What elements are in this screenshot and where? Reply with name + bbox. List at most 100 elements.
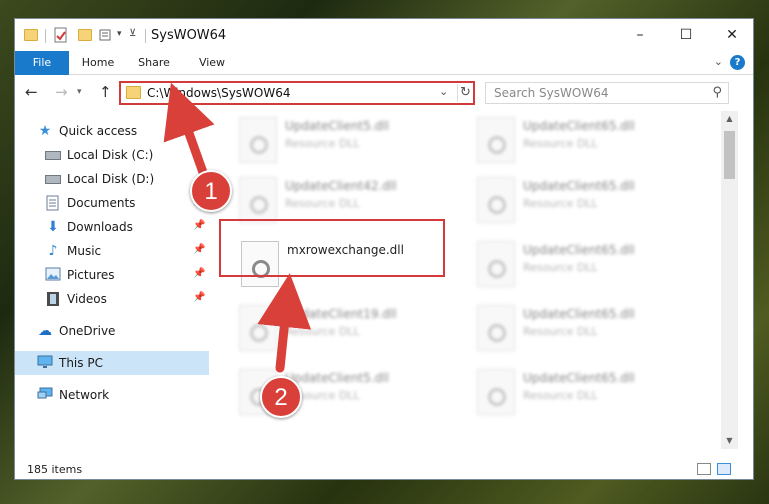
sidebar-item-label: This PC: [59, 356, 103, 370]
sidebar-item-label: Local Disk (C:): [67, 148, 154, 162]
dll-file-icon: [239, 177, 277, 223]
sidebar-item-videos[interactable]: Videos 📌: [15, 287, 209, 311]
file-name: UpdateClient65.dll: [523, 307, 635, 321]
tab-view[interactable]: View: [191, 51, 233, 75]
file-tile[interactable]: UpdateClient65.dll Resource DLL: [475, 175, 711, 231]
search-icon: ⚲: [712, 85, 722, 100]
large-icons-view-icon[interactable]: [717, 463, 731, 475]
step-1-badge: 1: [190, 170, 232, 212]
downloads-icon: ⬇: [47, 219, 59, 235]
disk-icon: [45, 175, 61, 184]
dll-file-icon: [239, 305, 277, 351]
details-view-icon[interactable]: [697, 463, 711, 475]
file-tile[interactable]: UpdateClient65.dll Resource DLL: [475, 239, 711, 295]
highlight-box: [219, 219, 445, 277]
minimize-button[interactable]: –: [617, 19, 663, 51]
navigation-pane: ★ Quick access Local Disk (C:) Local Dis…: [15, 111, 209, 449]
chevron-down-icon[interactable]: ⌄: [439, 85, 448, 98]
sidebar-item-label: Local Disk (D:): [67, 172, 155, 186]
folder-icon: [126, 86, 141, 99]
search-input[interactable]: Search SysWOW64 ⚲: [485, 82, 729, 104]
folder-icon: [23, 27, 39, 43]
documents-icon: [45, 195, 61, 211]
sidebar-item-label: Downloads: [67, 220, 133, 234]
file-type: Resource DLL: [523, 261, 598, 274]
scroll-thumb[interactable]: [724, 131, 735, 179]
pin-icon[interactable]: 📌: [193, 292, 205, 303]
expand-ribbon-icon[interactable]: ⌄: [714, 55, 723, 68]
videos-icon: [45, 291, 61, 307]
sidebar-item-onedrive[interactable]: ☁ OneDrive: [15, 319, 209, 343]
sidebar-item-this-pc[interactable]: This PC: [15, 351, 209, 375]
up-arrow-icon[interactable]: ↑: [99, 83, 112, 101]
sidebar-item-pictures[interactable]: Pictures 📌: [15, 263, 209, 287]
dll-file-icon: [477, 369, 515, 415]
sidebar-item-label: Network: [59, 388, 110, 402]
properties-icon[interactable]: [53, 27, 69, 43]
tab-home[interactable]: Home: [77, 51, 119, 75]
sidebar-item-music[interactable]: ♪ Music 📌: [15, 239, 209, 263]
divider: [45, 29, 46, 43]
sidebar-item-label: Music: [67, 244, 102, 258]
pin-icon[interactable]: 📌: [193, 268, 205, 279]
dll-file-icon: [477, 241, 515, 287]
pin-icon[interactable]: 📌: [193, 244, 205, 255]
file-name: UpdateClient19.dll: [285, 307, 397, 321]
scroll-down-icon[interactable]: ▼: [721, 433, 738, 449]
file-tile[interactable]: UpdateClient65.dll Resource DLL: [475, 303, 711, 359]
navigation-bar: ← → ▾ ↑ C:\Windows\SysWOW64 ⌄ ↻ Search S…: [15, 75, 753, 111]
tab-file[interactable]: File: [15, 51, 69, 75]
refresh-icon[interactable]: ↻: [457, 84, 473, 102]
sidebar-item-local-disk-c[interactable]: Local Disk (C:): [15, 143, 209, 167]
step-2-badge: 2: [260, 376, 302, 418]
dll-file-icon: [477, 117, 515, 163]
help-icon[interactable]: ?: [730, 55, 745, 70]
file-type: Resource DLL: [285, 197, 360, 210]
file-name: UpdateClient65.dll: [523, 243, 635, 257]
file-tile[interactable]: UpdateClient5.dll Resource DLL: [237, 115, 473, 171]
sidebar-item-label: Videos: [67, 292, 107, 306]
recent-locations-icon[interactable]: ▾: [77, 87, 82, 97]
pictures-icon: [45, 267, 61, 283]
file-name: UpdateClient42.dll: [285, 179, 397, 193]
sidebar-item-label: Quick access: [59, 124, 138, 138]
close-button[interactable]: ✕: [709, 19, 753, 51]
pin-icon[interactable]: 📌: [193, 220, 205, 231]
dll-file-icon: [239, 117, 277, 163]
file-tile[interactable]: UpdateClient65.dll Resource DLL: [475, 367, 711, 423]
sidebar-item-label: Documents: [67, 196, 136, 210]
address-bar[interactable]: C:\Windows\SysWOW64 ⌄ ↻: [119, 81, 475, 105]
dll-file-icon: [477, 305, 515, 351]
sidebar-item-quick-access[interactable]: ★ Quick access: [15, 119, 209, 143]
tab-share[interactable]: Share: [133, 51, 175, 75]
sidebar-item-label: Pictures: [67, 268, 115, 282]
file-name: UpdateClient65.dll: [523, 371, 635, 385]
title-bar: ▾ ⊻ SysWOW64 – ☐ ✕: [15, 19, 753, 51]
divider: [145, 29, 146, 43]
customize-toolbar-icon[interactable]: ⊻: [129, 28, 145, 44]
address-path: C:\Windows\SysWOW64: [147, 86, 291, 100]
disk-icon: [45, 151, 61, 160]
file-name: UpdateClient65.dll: [523, 179, 635, 193]
window-title: SysWOW64: [151, 28, 227, 43]
file-tile[interactable]: UpdateClient65.dll Resource DLL: [475, 115, 711, 171]
file-type: Resource DLL: [285, 325, 360, 338]
sidebar-item-downloads[interactable]: ⬇ Downloads 📌: [15, 215, 209, 239]
view-options-icon[interactable]: [99, 27, 115, 43]
network-icon: [37, 387, 53, 403]
ribbon-tabs: File Home Share View ⌄ ?: [15, 51, 753, 75]
new-folder-icon[interactable]: [77, 27, 93, 43]
sidebar-item-documents[interactable]: Documents 📌: [15, 191, 209, 215]
vertical-scrollbar[interactable]: ▲ ▼: [721, 111, 738, 449]
music-icon: ♪: [48, 243, 58, 259]
sidebar-item-network[interactable]: Network: [15, 383, 209, 407]
item-count: 185 items: [27, 463, 83, 476]
back-arrow-icon[interactable]: ←: [25, 83, 38, 101]
file-tile[interactable]: UpdateClient19.dll Resource DLL: [237, 303, 473, 359]
file-type: Resource DLL: [523, 389, 598, 402]
sidebar-item-local-disk-d[interactable]: Local Disk (D:): [15, 167, 209, 191]
star-icon: ★: [38, 123, 52, 139]
forward-arrow-icon[interactable]: →: [55, 83, 68, 101]
scroll-up-icon[interactable]: ▲: [721, 111, 738, 127]
maximize-button[interactable]: ☐: [663, 19, 709, 51]
